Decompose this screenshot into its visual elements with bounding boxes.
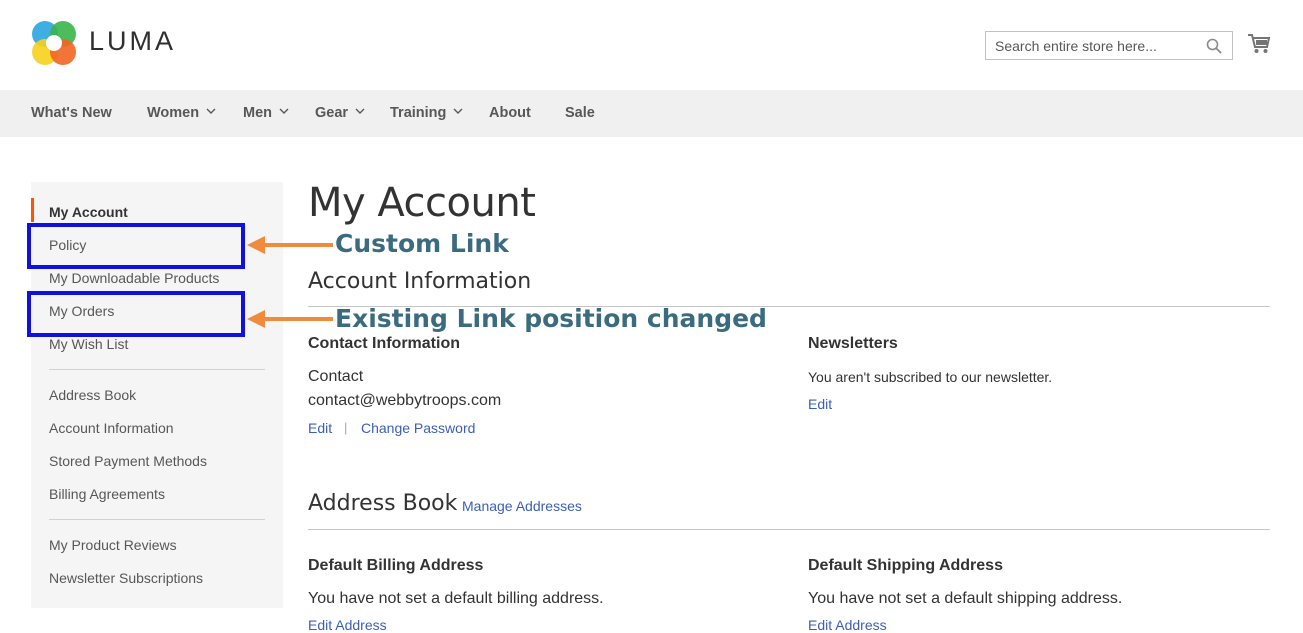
nav-item-sale[interactable]: Sale (565, 90, 595, 137)
annotation-custom-link: Custom Link (335, 229, 509, 258)
change-password-link[interactable]: Change Password (361, 420, 475, 436)
nav-item-label: About (489, 105, 531, 121)
chevron-down-icon (206, 108, 216, 115)
page-title: My Account (308, 180, 536, 226)
default-billing-title: Default Billing Address (308, 557, 484, 574)
nav-item-label: Gear (315, 105, 349, 121)
nav-item-whats-new[interactable]: What's New (31, 90, 112, 137)
nav-item-label: Sale (565, 105, 595, 121)
luma-logo-icon[interactable] (31, 20, 77, 66)
nav-item-training[interactable]: Training (390, 90, 463, 137)
sidebar-item-stored-payment-methods[interactable]: Stored Payment Methods (49, 453, 207, 469)
nav-item-about[interactable]: About (489, 90, 531, 137)
highlight-box-my-orders (27, 291, 245, 337)
logo-text[interactable]: LUMA (89, 26, 176, 57)
nav-item-label: What's New (31, 105, 112, 121)
nav-item-label: Training (390, 105, 447, 121)
page-header: LUMA (0, 0, 1303, 90)
sidebar-item-product-reviews[interactable]: My Product Reviews (49, 537, 177, 553)
nav-item-men[interactable]: Men (243, 90, 289, 137)
edit-billing-address-link[interactable]: Edit Address (308, 617, 387, 633)
newsletters-title: Newsletters (808, 335, 898, 352)
contact-information-title: Contact Information (308, 335, 460, 352)
annotation-position-changed: Existing Link position changed (335, 304, 767, 333)
current-item-indicator (31, 198, 34, 222)
manage-addresses-link[interactable]: Manage Addresses (462, 498, 582, 514)
default-billing-text: You have not set a default billing addre… (308, 590, 604, 607)
highlight-box-policy (27, 223, 245, 269)
annotation-arrow-icon (247, 310, 333, 328)
newsletters-status: You aren't subscribed to our newsletter. (808, 369, 1053, 385)
annotation-arrow-icon (247, 236, 333, 254)
account-information-title: Account Information (308, 269, 532, 294)
link-separator: | (344, 420, 348, 435)
default-shipping-title: Default Shipping Address (808, 557, 1003, 574)
edit-contact-link[interactable]: Edit (308, 420, 332, 436)
search-icon[interactable] (1206, 38, 1222, 54)
nav-item-gear[interactable]: Gear (315, 90, 365, 137)
nav-item-label: Women (147, 105, 200, 121)
chevron-down-icon (355, 108, 365, 115)
address-book-title: Address Book (308, 491, 458, 516)
sidebar-item-account-information[interactable]: Account Information (49, 420, 174, 436)
default-shipping-text: You have not set a default shipping addr… (808, 590, 1123, 607)
sidebar-item-newsletter-subscriptions[interactable]: Newsletter Subscriptions (49, 570, 203, 586)
section-divider (308, 306, 1270, 307)
edit-newsletters-link[interactable]: Edit (808, 396, 832, 412)
sidebar-item-address-book[interactable]: Address Book (49, 387, 136, 403)
contact-email: contact@webbytroops.com (308, 392, 502, 409)
main-navigation: What's New Women Men Gear Training About… (0, 90, 1303, 137)
contact-name: Contact (308, 368, 364, 385)
sidebar-divider (49, 369, 265, 370)
sidebar-item-downloadable-products[interactable]: My Downloadable Products (49, 270, 219, 286)
edit-shipping-address-link[interactable]: Edit Address (808, 617, 887, 633)
chevron-down-icon (453, 108, 463, 115)
section-divider (308, 529, 1270, 530)
sidebar-item-my-account: My Account (49, 204, 128, 220)
nav-item-label: Men (243, 105, 272, 121)
chevron-down-icon (279, 108, 289, 115)
cart-icon[interactable] (1247, 33, 1271, 55)
search-box (985, 31, 1233, 60)
nav-item-women[interactable]: Women (147, 90, 216, 137)
sidebar-item-billing-agreements[interactable]: Billing Agreements (49, 486, 165, 502)
sidebar-item-wish-list[interactable]: My Wish List (49, 336, 128, 352)
search-input[interactable] (986, 32, 1205, 59)
sidebar-divider (49, 519, 265, 520)
